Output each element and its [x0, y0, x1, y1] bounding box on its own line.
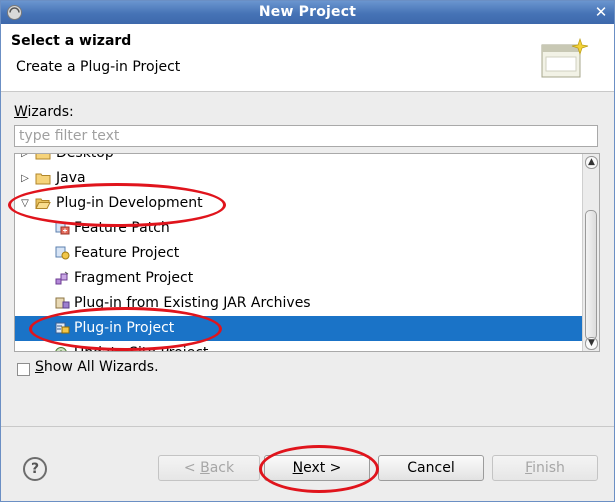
tree-item-update-site-project[interactable]: Update Site Project	[15, 341, 584, 351]
window-title: New Project	[258, 4, 357, 20]
tree-item-fragment-project[interactable]: Fragment Project	[15, 266, 584, 291]
folder-open-icon	[35, 198, 51, 209]
filter-input[interactable]	[14, 125, 598, 147]
wizards-label: Wizards:	[14, 104, 74, 120]
expand-arrow-icon[interactable]: ▷	[19, 154, 31, 166]
plugin-project-icon	[55, 322, 70, 334]
wizard-header: Select a wizard Create a Plug-in Project	[1, 24, 614, 92]
show-all-wizards-checkbox[interactable]	[17, 363, 30, 376]
tree-item-label: Plug-in from Existing JAR Archives	[74, 295, 311, 311]
wizard-banner-icon	[541, 37, 589, 78]
footer-divider	[1, 426, 614, 427]
finish-button[interactable]: Finish	[492, 455, 598, 481]
fragment-project-icon	[55, 271, 69, 285]
scroll-up-icon[interactable]: ▲	[585, 156, 598, 169]
tree-item-plugin-from-jar[interactable]: Plug-in from Existing JAR Archives	[15, 291, 584, 316]
tree-item-label: Plug-in Project	[74, 320, 175, 336]
feature-project-icon	[55, 246, 70, 260]
tree-item-label: Desktop	[56, 153, 114, 161]
tree-item-plugin-project[interactable]: Plug-in Project	[15, 316, 584, 341]
scrollbar-thumb[interactable]	[585, 210, 597, 340]
feature-patch-icon	[55, 221, 70, 235]
plugin-jar-icon	[55, 297, 70, 309]
close-icon[interactable]: ✕	[592, 3, 610, 21]
tree-item-java[interactable]: ▷ Java	[15, 166, 584, 191]
tree-item-label: Feature Patch	[74, 220, 170, 236]
next-button[interactable]: Next >	[264, 455, 370, 481]
scroll-down-icon[interactable]: ▼	[585, 337, 598, 350]
tree-item-label: Fragment Project	[74, 270, 194, 286]
cancel-button[interactable]: Cancel	[378, 455, 484, 481]
tree-item-label: Plug-in Development	[56, 195, 203, 211]
header-title: Select a wizard	[11, 33, 132, 49]
update-site-icon	[55, 347, 67, 351]
tree-item-feature-project[interactable]: Feature Project	[15, 241, 584, 266]
title-bar[interactable]: New Project ✕	[1, 1, 614, 24]
tree-item-desktop[interactable]: ▷ Desktop	[15, 153, 584, 166]
tree-scrollbar[interactable]: ▲ ▼	[582, 154, 599, 351]
header-description: Create a Plug-in Project	[16, 59, 181, 75]
expand-arrow-icon[interactable]: ▷	[19, 166, 31, 191]
tree-item-feature-patch[interactable]: Feature Patch	[15, 216, 584, 241]
show-all-wizards-label[interactable]: Show All Wizards.	[35, 359, 159, 375]
tree-item-plugin-development[interactable]: ▽ Plug-in Development	[15, 191, 584, 216]
tree-item-label: Update Site Project	[74, 341, 208, 351]
wizard-tree[interactable]: ▷ Desktop ▷ Java ▽ Plug-in Development F…	[14, 153, 600, 352]
folder-icon	[35, 173, 51, 185]
collapse-arrow-icon[interactable]: ▽	[19, 191, 31, 216]
tree-item-label: Feature Project	[74, 245, 180, 261]
folder-icon	[35, 154, 51, 160]
tree-item-label: Java	[56, 170, 86, 186]
help-icon[interactable]: ?	[23, 457, 47, 481]
new-project-dialog: New Project ✕ Select a wizard Create a P…	[0, 0, 615, 502]
back-button[interactable]: < Back	[158, 455, 260, 481]
